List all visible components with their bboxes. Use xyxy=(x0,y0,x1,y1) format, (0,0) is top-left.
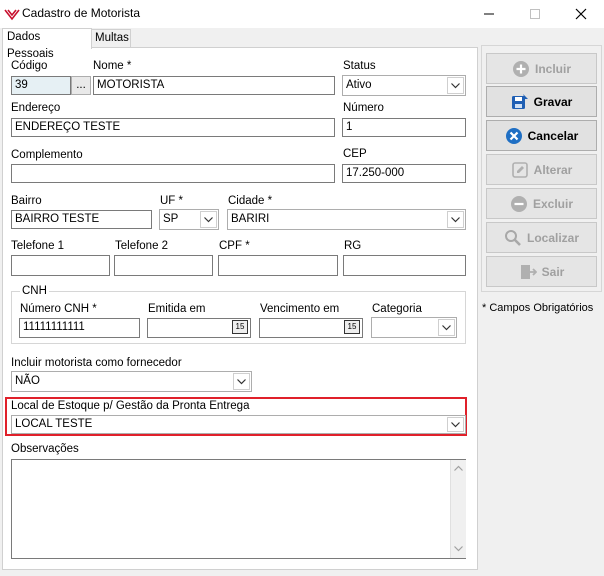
minimize-button[interactable] xyxy=(466,0,512,28)
incluir-fornecedor-label: Incluir motorista como fornecedor xyxy=(11,357,182,369)
chevron-down-icon xyxy=(447,211,464,228)
localizar-button[interactable]: Localizar xyxy=(486,222,597,253)
cidade-label: Cidade * xyxy=(228,195,273,207)
chevron-down-icon xyxy=(438,319,455,336)
local-estoque-label: Local de Estoque p/ Gestão da Pronta Ent… xyxy=(11,400,250,412)
cancelar-button[interactable]: Cancelar xyxy=(486,120,597,151)
gravar-label: Gravar xyxy=(533,94,573,109)
telefone2-label: Telefone 2 xyxy=(115,240,169,252)
bairro-field[interactable]: BAIRRO TESTE xyxy=(11,210,152,229)
required-fields-note: * Campos Obrigatórios xyxy=(482,302,594,314)
numero-label: Número xyxy=(343,102,384,114)
minus-icon xyxy=(510,195,528,213)
bairro-label: Bairro xyxy=(11,195,42,207)
local-estoque-value: LOCAL TESTE xyxy=(15,418,93,430)
close-button[interactable] xyxy=(558,0,604,28)
title-bar: Cadastro de Motorista xyxy=(0,0,604,28)
alterar-label: Alterar xyxy=(533,162,573,177)
emitida-em-field[interactable]: / / 15 xyxy=(147,318,251,338)
incluir-fornecedor-select[interactable]: NÃO xyxy=(11,371,252,392)
excluir-button[interactable]: Excluir xyxy=(486,188,597,219)
cep-label: CEP xyxy=(343,148,367,160)
categoria-select[interactable] xyxy=(371,317,457,338)
search-icon xyxy=(504,229,522,247)
cancel-icon xyxy=(505,127,523,145)
app-logo-icon xyxy=(4,9,20,21)
scroll-down-icon[interactable] xyxy=(454,546,463,552)
close-icon xyxy=(575,8,587,20)
incluir-fornecedor-value: NÃO xyxy=(15,375,40,387)
uf-label: UF * xyxy=(160,195,183,207)
status-select[interactable]: Ativo xyxy=(342,75,466,96)
observacoes-label: Observações xyxy=(11,443,79,455)
rg-label: RG xyxy=(344,240,362,252)
cidade-value: BARIRI xyxy=(231,213,270,225)
sair-label: Sair xyxy=(541,264,565,279)
codigo-lookup-button[interactable]: ... xyxy=(71,76,91,95)
save-icon xyxy=(511,93,529,111)
complemento-label: Complemento xyxy=(11,149,83,161)
telefone1-label: Telefone 1 xyxy=(11,240,65,252)
uf-select[interactable]: SP xyxy=(159,209,219,230)
gravar-button[interactable]: Gravar xyxy=(486,86,597,117)
cancelar-label: Cancelar xyxy=(527,128,579,143)
uf-value: SP xyxy=(163,213,179,225)
chevron-down-icon xyxy=(200,211,217,228)
localizar-label: Localizar xyxy=(526,230,580,245)
complemento-field[interactable] xyxy=(11,164,335,183)
vencimento-em-field[interactable]: / / 15 xyxy=(259,318,363,338)
endereco-label: Endereço xyxy=(11,102,61,114)
window-title: Cadastro de Motorista xyxy=(22,6,141,20)
nome-label: Nome * xyxy=(93,60,132,72)
endereco-field[interactable]: ENDEREÇO TESTE xyxy=(11,118,335,137)
numero-field[interactable]: 1 xyxy=(342,118,466,137)
numero-cnh-field[interactable]: 11111111111 xyxy=(19,318,140,338)
alterar-button[interactable]: Alterar xyxy=(486,154,597,185)
scroll-up-icon[interactable] xyxy=(454,465,463,471)
telefone2-field[interactable] xyxy=(114,255,213,276)
cpf-field[interactable] xyxy=(218,255,338,276)
tab-multas[interactable]: Multas xyxy=(90,29,131,48)
observacoes-textarea[interactable] xyxy=(11,459,466,559)
telefone1-field[interactable] xyxy=(11,255,110,276)
chevron-down-icon xyxy=(447,417,464,432)
incluir-button[interactable]: Incluir xyxy=(486,53,597,84)
cidade-select[interactable]: BARIRI xyxy=(227,209,466,230)
maximize-button[interactable] xyxy=(512,0,558,28)
vencimento-em-label: Vencimento em xyxy=(260,303,340,315)
status-value: Ativo xyxy=(346,79,372,91)
codigo-field[interactable]: 39 xyxy=(11,76,71,95)
chevron-down-icon xyxy=(233,373,250,390)
status-label: Status xyxy=(343,60,376,72)
calendar-icon[interactable]: 15 xyxy=(232,320,248,334)
rg-field[interactable] xyxy=(343,255,466,276)
cep-field[interactable]: 17.250-000 xyxy=(342,164,466,183)
excluir-label: Excluir xyxy=(532,196,574,211)
exit-icon xyxy=(519,263,537,281)
maximize-icon xyxy=(530,9,540,19)
observacoes-scrollbar[interactable] xyxy=(450,460,466,558)
sair-button[interactable]: Sair xyxy=(486,256,597,287)
plus-icon xyxy=(512,60,530,78)
incluir-label: Incluir xyxy=(534,61,571,76)
cpf-label: CPF * xyxy=(219,240,250,252)
tab-dados-pessoais[interactable]: Dados Pessoais xyxy=(2,28,92,60)
emitida-em-label: Emitida em xyxy=(148,303,206,315)
nome-field[interactable]: MOTORISTA xyxy=(93,76,335,95)
calendar-icon[interactable]: 15 xyxy=(344,320,360,334)
cnh-group-label: CNH xyxy=(20,285,49,297)
edit-icon xyxy=(511,161,529,179)
numero-cnh-label: Número CNH * xyxy=(20,303,97,315)
local-estoque-select[interactable]: LOCAL TESTE xyxy=(11,415,466,434)
chevron-down-icon xyxy=(447,77,464,94)
minimize-icon xyxy=(484,13,494,15)
categoria-label: Categoria xyxy=(372,303,422,315)
